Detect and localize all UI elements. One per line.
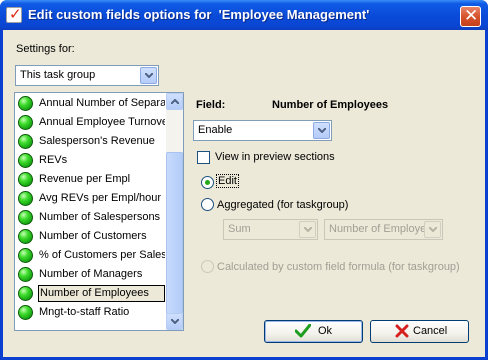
chevron-down-icon[interactable] — [313, 122, 330, 139]
close-button[interactable]: ✕ — [460, 6, 481, 27]
view-in-preview-checkbox[interactable] — [197, 151, 210, 164]
green-status-icon — [18, 191, 33, 206]
list-item[interactable]: Annual Employee Turnove — [17, 114, 165, 131]
green-status-icon — [18, 248, 33, 263]
list-item-label: Avg REVs per Empl/hour — [39, 192, 162, 204]
green-status-icon — [18, 229, 33, 244]
list-item[interactable]: % of Customers per Salesp — [17, 247, 165, 264]
field-label: Field: — [196, 99, 226, 111]
aggregated-radio[interactable] — [201, 198, 214, 211]
scroll-thumb[interactable] — [166, 152, 183, 314]
aggregate-function-value: Sum — [228, 223, 251, 235]
aggregate-field-value: Number of Employe — [329, 223, 427, 235]
dialog-body: Settings for: This task group Annual Num… — [3, 30, 485, 357]
list-item-label: Number of Customers — [39, 230, 147, 242]
aggregate-field-dropdown[interactable]: Number of Employe — [324, 219, 443, 240]
ok-button[interactable]: Ok — [264, 320, 363, 343]
list-item-label: REVs — [39, 154, 68, 166]
green-status-icon — [18, 172, 33, 187]
dialog-title: Edit custom fields options for 'Employee… — [28, 7, 370, 22]
custom-fields-list[interactable]: Annual Number of Separa Annual Employee T… — [14, 92, 184, 331]
list-item[interactable]: Number of Managers — [17, 266, 165, 283]
list-item-label: Annual Employee Turnove — [39, 116, 165, 128]
list-item[interactable]: REVs — [17, 152, 165, 169]
ok-label: Ok — [318, 325, 333, 337]
aggregate-function-dropdown[interactable]: Sum — [223, 219, 318, 240]
radio-selected-dot — [205, 180, 210, 185]
list-item[interactable]: Revenue per Empl — [17, 171, 165, 188]
cancel-button[interactable]: Cancel — [370, 320, 469, 343]
green-status-icon — [18, 267, 33, 282]
list-item[interactable]: Number of Employees — [17, 285, 165, 302]
green-status-icon — [18, 96, 33, 111]
list-item[interactable]: Salesperson's Revenue — [17, 133, 165, 150]
list-item[interactable]: Mngt-to-staff Ratio — [17, 304, 165, 321]
field-name: Number of Employees — [272, 99, 389, 111]
list-item[interactable]: Annual Number of Separa — [17, 95, 165, 112]
green-status-icon — [18, 210, 33, 225]
list-item[interactable]: Avg REVs per Empl/hour — [17, 190, 165, 207]
list-item-label: Number of Employees — [38, 285, 165, 302]
green-status-icon — [18, 134, 33, 149]
list-item-label: Annual Number of Separa — [39, 97, 165, 109]
enable-dropdown[interactable]: Enable — [193, 120, 332, 141]
scroll-down-button[interactable] — [166, 313, 183, 330]
list-item-label: Salesperson's Revenue — [39, 135, 155, 147]
list-item[interactable]: Number of Customers — [17, 228, 165, 245]
green-status-icon — [18, 286, 33, 301]
chevron-down-icon[interactable] — [299, 221, 316, 238]
title-bar[interactable]: ✓ Edit custom fields options for 'Employ… — [0, 0, 488, 30]
list-item-label: Mngt-to-staff Ratio — [39, 306, 130, 318]
x-icon — [395, 324, 409, 341]
aggregated-radio-label: Aggregated (for taskgroup) — [217, 199, 349, 211]
list-scrollbar[interactable] — [166, 93, 183, 330]
chevron-down-icon[interactable] — [424, 221, 441, 238]
list-item-label: Number of Salespersons — [39, 211, 161, 223]
calculated-radio[interactable] — [201, 260, 214, 273]
enable-value: Enable — [198, 124, 233, 136]
view-in-preview-label: View in preview sections — [215, 151, 335, 163]
settings-for-value: This task group — [20, 69, 96, 81]
calculated-radio-label: Calculated by custom field formula (for … — [217, 261, 460, 273]
list-item-label: Revenue per Empl — [39, 173, 131, 185]
green-status-icon — [18, 305, 33, 320]
settings-for-dropdown[interactable]: This task group — [15, 65, 159, 86]
scroll-up-button[interactable] — [166, 93, 183, 110]
cancel-label: Cancel — [413, 325, 448, 337]
dialog-window: ✓ Edit custom fields options for 'Employ… — [0, 0, 488, 360]
green-status-icon — [18, 115, 33, 130]
close-icon: ✕ — [464, 6, 479, 26]
edit-radio[interactable] — [201, 176, 214, 189]
green-status-icon — [18, 153, 33, 168]
list-item[interactable]: Number of Salespersons — [17, 209, 165, 226]
settings-for-label: Settings for: — [16, 43, 75, 55]
list-item-label: Number of Managers — [39, 268, 143, 280]
list-item-label: % of Customers per Salesp — [39, 249, 165, 261]
chevron-down-icon[interactable] — [140, 67, 157, 84]
app-check-icon: ✓ — [6, 5, 22, 23]
edit-radio-label: Edit — [216, 174, 239, 188]
checkmark-icon — [294, 323, 312, 341]
